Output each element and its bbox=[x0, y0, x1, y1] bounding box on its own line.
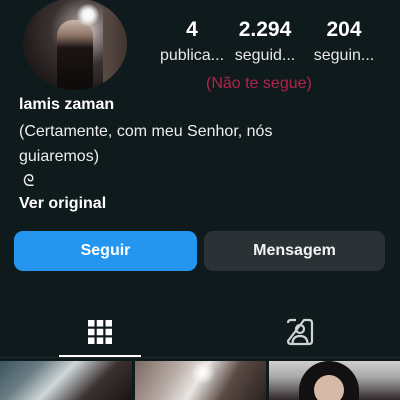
post-thumbnail[interactable] bbox=[0, 361, 132, 400]
profile-page: 4 publica... 2.294 seguid... 204 seguin.… bbox=[0, 0, 400, 400]
profile-name: lamis zaman bbox=[19, 96, 115, 113]
avatar-phone-flash bbox=[77, 4, 99, 26]
post-thumbnail[interactable] bbox=[269, 361, 400, 400]
message-button[interactable]: Mensagem bbox=[204, 231, 385, 271]
thumbnail-figure-face bbox=[314, 375, 344, 400]
post-thumbnail[interactable] bbox=[135, 361, 266, 400]
profile-avatar[interactable] bbox=[23, 0, 127, 90]
avatar-figure bbox=[57, 20, 93, 90]
stat-followers[interactable]: 2.294 seguid... bbox=[221, 18, 309, 66]
profile-bio: (Certamente, com meu Senhor, nós guiarem… bbox=[19, 123, 273, 165]
tab-divider bbox=[0, 357, 400, 358]
thumbnail-flash-glare bbox=[189, 363, 217, 383]
grid-icon bbox=[88, 320, 112, 344]
followers-count: 2.294 bbox=[238, 18, 292, 41]
stat-following[interactable]: 204 seguin... bbox=[300, 18, 388, 66]
tagged-person-icon bbox=[286, 318, 314, 346]
following-count: 204 bbox=[326, 18, 362, 41]
tab-posts-grid[interactable] bbox=[80, 312, 120, 352]
tab-tagged[interactable] bbox=[280, 312, 320, 352]
following-label: seguin... bbox=[313, 47, 375, 64]
not-following-you-notice: (Não te segue) bbox=[206, 75, 312, 92]
bio-symbol: ᘓ bbox=[23, 173, 35, 190]
follow-button[interactable]: Seguir bbox=[14, 231, 197, 271]
avatar-background-door bbox=[103, 8, 127, 88]
see-original-link[interactable]: Ver original bbox=[19, 195, 106, 213]
followers-label: seguid... bbox=[234, 47, 296, 64]
